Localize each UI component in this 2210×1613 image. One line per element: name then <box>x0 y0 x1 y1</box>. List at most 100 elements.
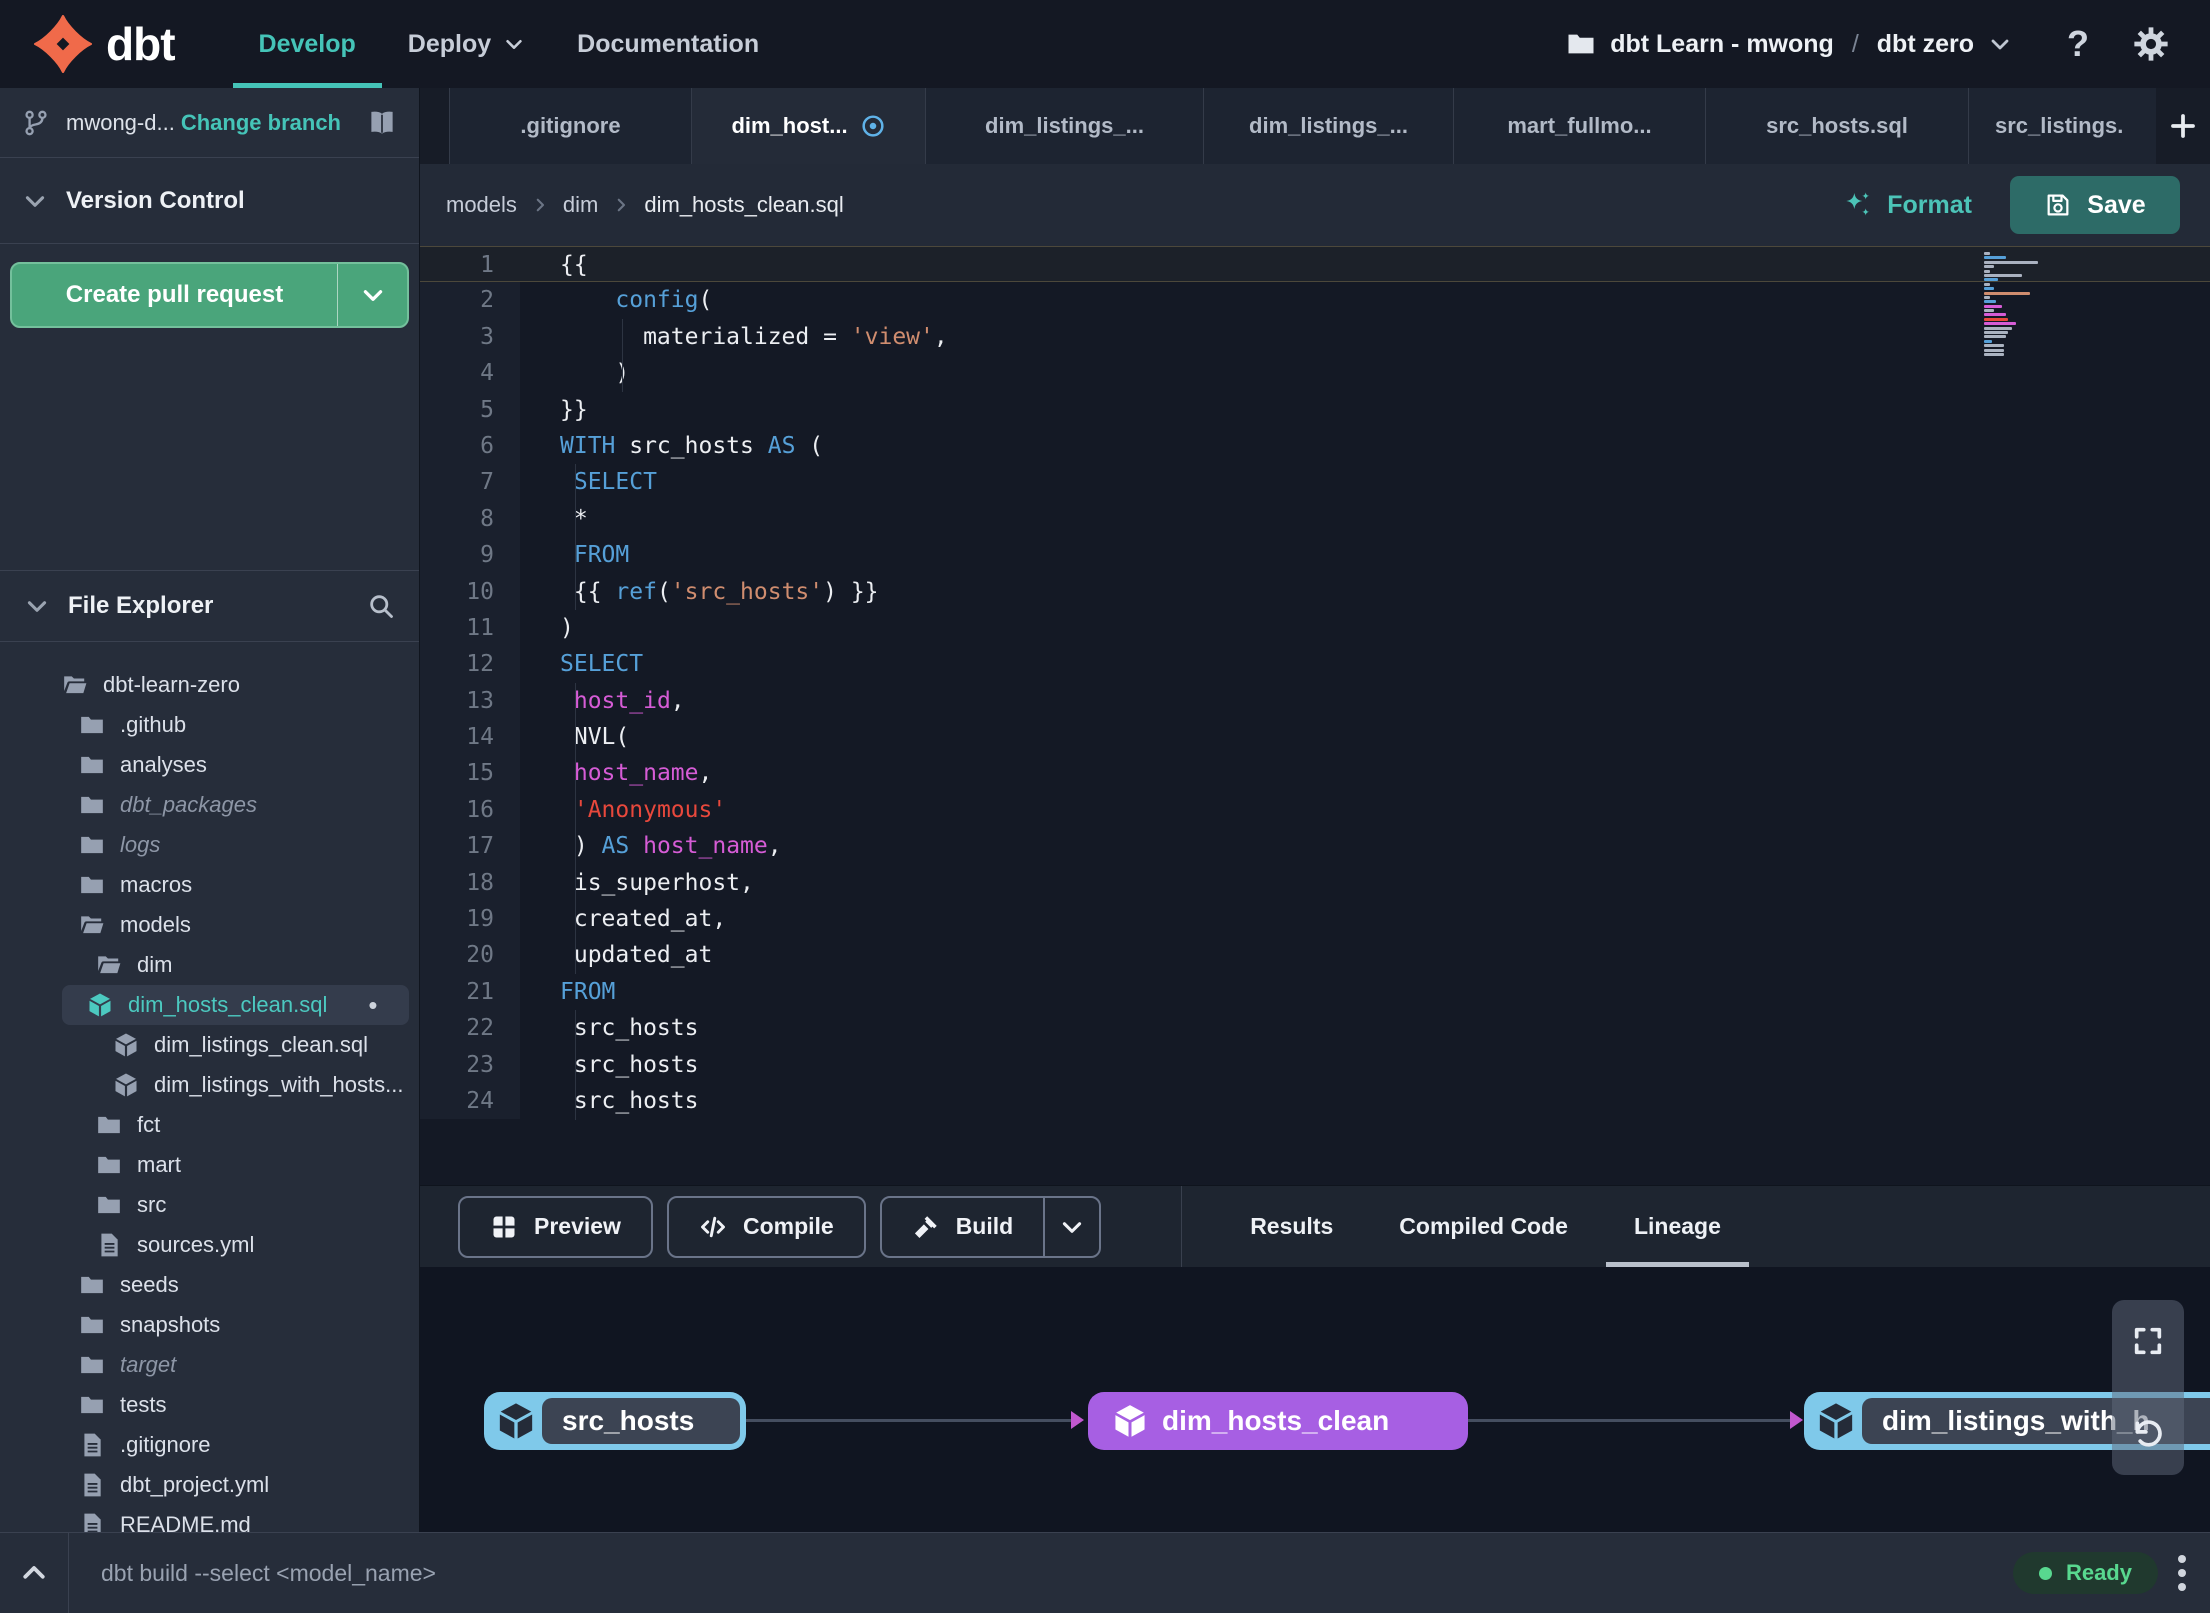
create-pr-dropdown[interactable] <box>337 264 407 326</box>
editor-tab-dim_listings_...[interactable]: dim_listings_... <box>926 88 1204 164</box>
tree-item-label: dim <box>137 952 173 977</box>
code-line[interactable]: 14 NVL( <box>420 719 2210 756</box>
compile-button[interactable]: Compile <box>666 1195 866 1258</box>
tree-item-dim_listings_clean.sql[interactable]: dim_listings_clean.sql <box>0 1025 419 1065</box>
code-editor[interactable]: 1{{2 config(3 materialized = 'view', 4 ) 5… <box>420 246 2210 1185</box>
tree-item-macros[interactable]: macros <box>0 865 419 905</box>
editor-minimap[interactable] <box>1984 252 2042 357</box>
tree-item-dbt-learn-zero[interactable]: dbt-learn-zero <box>0 665 419 705</box>
panel-tab-compiled-code[interactable]: Compiled Code <box>1371 1186 1596 1267</box>
tree-item-target[interactable]: target <box>0 1345 419 1385</box>
tree-item-seeds[interactable]: seeds <box>0 1265 419 1305</box>
tree-item-mart[interactable]: mart <box>0 1145 419 1185</box>
code-line[interactable]: 19 created_at, <box>420 901 2210 938</box>
new-tab-button[interactable] <box>2156 88 2210 164</box>
version-control-header[interactable]: Version Control <box>0 158 419 244</box>
book-icon[interactable] <box>367 108 397 138</box>
code-line[interactable]: 1 {{ <box>420 246 2210 283</box>
code-line[interactable]: 2 config( <box>420 282 2210 319</box>
tree-item-dim_listings_with_hosts...[interactable]: dim_listings_with_hosts... <box>0 1065 419 1105</box>
code-line[interactable]: 18 is_superhost, <box>420 864 2210 902</box>
build-button-main[interactable]: Build <box>882 1213 1044 1241</box>
code-line[interactable]: 16 'Anonymous' <box>420 791 2210 829</box>
search-icon[interactable] <box>367 592 395 620</box>
code-text: }} <box>560 396 588 423</box>
nav-item-documentation[interactable]: Documentation <box>551 0 785 88</box>
reset-undo-icon[interactable] <box>2131 1417 2165 1451</box>
kebab-menu-icon[interactable] <box>2178 1555 2186 1591</box>
tree-item-snapshots[interactable]: snapshots <box>0 1305 419 1345</box>
file-explorer-header[interactable]: File Explorer <box>0 570 419 642</box>
tree-item-analyses[interactable]: analyses <box>0 745 419 785</box>
tree-item-dbt_packages[interactable]: dbt_packages <box>0 785 419 825</box>
panel-tab-results[interactable]: Results <box>1222 1186 1361 1267</box>
code-line[interactable]: 9 FROM <box>420 537 2210 574</box>
settings-gear-icon[interactable] <box>2132 25 2170 63</box>
editor-tab-.gitignore[interactable]: .gitignore <box>449 88 692 164</box>
code-text: SELECT <box>573 469 657 496</box>
dbt-logo[interactable]: dbt <box>34 15 176 73</box>
editor-tab-mart_fullmo...[interactable]: mart_fullmo... <box>1454 88 1706 164</box>
tree-item-dbt_project.yml[interactable]: dbt_project.yml <box>0 1465 419 1505</box>
help-icon[interactable] <box>2058 24 2098 64</box>
command-bar-toggle[interactable] <box>0 1558 68 1588</box>
tree-item-sources.yml[interactable]: sources.yml <box>0 1225 419 1265</box>
panel-tab-lineage[interactable]: Lineage <box>1605 1186 1749 1267</box>
change-branch-link[interactable]: Change branch <box>181 110 341 136</box>
breadcrumb-item[interactable]: dim <box>563 192 598 218</box>
tree-item-dim[interactable]: dim <box>0 945 419 985</box>
code-line[interactable]: 11) <box>420 609 2210 647</box>
preview-button-main[interactable]: Preview <box>460 1213 651 1241</box>
preview-button[interactable]: Preview <box>458 1195 653 1258</box>
folder-open-icon <box>62 672 88 698</box>
build-button[interactable]: Build <box>879 1195 1102 1258</box>
editor-column: models dim dim_hosts_clean.sql Format Sa… <box>420 164 2210 1532</box>
code-line[interactable]: 23 src_hosts <box>420 1046 2210 1083</box>
code-line[interactable]: 15 host_name, <box>420 755 2210 792</box>
code-line[interactable]: 5}} <box>420 391 2210 428</box>
code-line[interactable]: 4 ) <box>420 355 2210 392</box>
code-line[interactable]: 24 src_hosts <box>420 1082 2210 1120</box>
tree-item-models[interactable]: models <box>0 905 419 945</box>
create-pull-request-button[interactable]: Create pull request <box>10 262 409 328</box>
build-dropdown[interactable] <box>1043 1197 1099 1256</box>
code-line[interactable]: 13 host_id, <box>420 682 2210 720</box>
code-line[interactable]: 10 {{ ref('src_hosts') }} <box>420 573 2210 610</box>
tree-item-README.md[interactable]: README.md <box>0 1505 419 1532</box>
editor-tab-src_hosts.sql[interactable]: src_hosts.sql <box>1706 88 1969 164</box>
tree-item-src[interactable]: src <box>0 1185 419 1225</box>
code-line[interactable]: 3 materialized = 'view', <box>420 318 2210 356</box>
lineage-node-dim_hosts_clean[interactable]: dim_hosts_clean <box>1088 1392 1468 1450</box>
tree-item-.github[interactable]: .github <box>0 705 419 745</box>
compile-button-main[interactable]: Compile <box>669 1213 864 1241</box>
project-selector[interactable]: dbt Learn - mwong / dbt zero <box>1566 29 2012 59</box>
breadcrumb-item[interactable]: dim_hosts_clean.sql <box>644 192 843 218</box>
tree-item-tests[interactable]: tests <box>0 1385 419 1425</box>
editor-tab-src_listings.[interactable]: src_listings. <box>1969 88 2156 164</box>
line-number: 14 <box>420 719 520 756</box>
nav-item-deploy[interactable]: Deploy <box>382 0 551 88</box>
format-button[interactable]: Format <box>1841 189 1972 221</box>
code-line[interactable]: 12 SELECT <box>420 646 2210 683</box>
code-line[interactable]: 17 ) AS host_name, <box>420 828 2210 865</box>
nav-item-develop[interactable]: Develop <box>232 0 382 88</box>
tree-item-fct[interactable]: fct <box>0 1105 419 1145</box>
code-line[interactable]: 6 WITH src_hosts AS ( <box>420 427 2210 465</box>
fullscreen-expand-icon[interactable] <box>2131 1324 2165 1358</box>
code-line[interactable]: 22 src_hosts <box>420 1010 2210 1047</box>
code-line[interactable]: 8 * <box>420 500 2210 538</box>
lineage-node-src_hosts[interactable]: src_hosts <box>484 1392 746 1450</box>
command-input[interactable]: dbt build --select <model_name> <box>101 1560 436 1587</box>
tree-item-.gitignore[interactable]: .gitignore <box>0 1425 419 1465</box>
editor-tab-dim_listings_...[interactable]: dim_listings_... <box>1204 88 1454 164</box>
code-line[interactable]: 21 FROM <box>420 973 2210 1011</box>
editor-tab-dim_host...[interactable]: dim_host... <box>692 88 926 164</box>
tree-item-dim_hosts_clean.sql[interactable]: dim_hosts_clean.sql • <box>62 985 409 1025</box>
tree-item-logs[interactable]: logs <box>0 825 419 865</box>
save-button[interactable]: Save <box>2010 176 2180 234</box>
save-label: Save <box>2087 190 2146 219</box>
breadcrumb-item[interactable]: models <box>446 192 517 218</box>
code-line[interactable]: 7 SELECT <box>420 464 2210 501</box>
code-line[interactable]: 20 updated_at <box>420 937 2210 974</box>
create-pull-request-label[interactable]: Create pull request <box>12 264 337 326</box>
